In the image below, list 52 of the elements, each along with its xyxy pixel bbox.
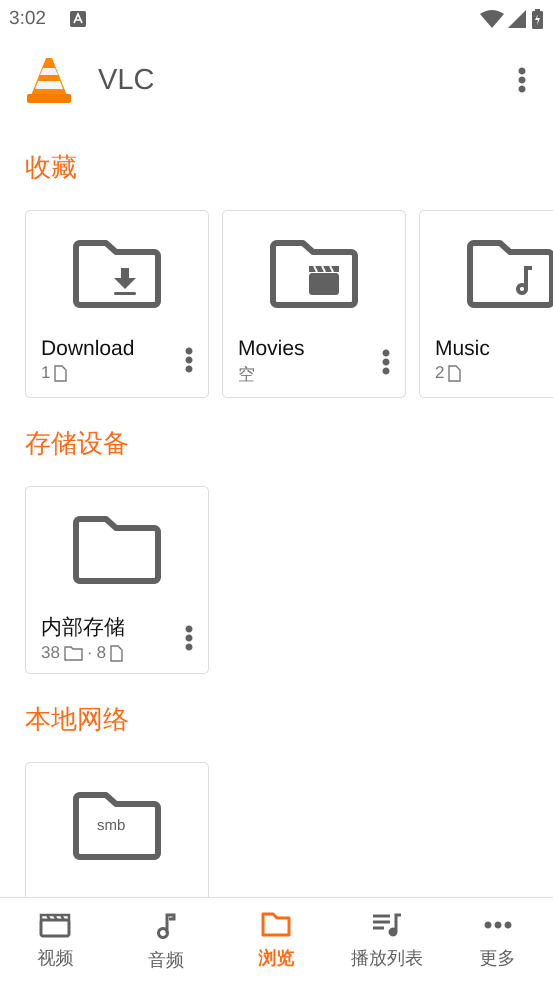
- video-folder-icon: [270, 238, 358, 308]
- more-icon: [518, 67, 526, 93]
- status-time: 3:02: [9, 8, 46, 30]
- more-icon: [185, 625, 193, 651]
- more-icon: [185, 347, 193, 373]
- file-icon: [110, 644, 124, 662]
- battery-icon: [532, 9, 543, 29]
- section-title: 本地网络: [25, 704, 130, 734]
- folder-meta: 2: [435, 363, 444, 383]
- folder-meta: 空: [238, 364, 255, 386]
- card-menu-button[interactable]: [184, 624, 194, 652]
- folder-meta: ·: [86, 643, 93, 663]
- clapperboard-icon: [39, 912, 72, 938]
- playlist-icon: [372, 912, 402, 938]
- card-menu-button[interactable]: [184, 346, 194, 374]
- folder-meta: 38: [41, 643, 60, 663]
- wifi-icon: [480, 10, 504, 28]
- folder-card[interactable]: Download 1: [25, 210, 209, 398]
- folder-name: Music: [435, 337, 491, 361]
- folder-card[interactable]: smb: [25, 762, 209, 897]
- nav-tab[interactable]: 播放列表: [332, 898, 442, 984]
- nav-tab[interactable]: 视频: [0, 898, 111, 984]
- nav-tab[interactable]: 音频: [110, 898, 222, 984]
- app-title: VLC: [98, 64, 154, 96]
- music-folder-icon: [467, 238, 553, 308]
- traffic-cone-logo: [26, 56, 72, 104]
- folder-meta: 8: [96, 643, 106, 663]
- folder-card[interactable]: Music 2: [419, 210, 553, 398]
- section-title: 收藏: [25, 152, 78, 182]
- file-icon: [54, 364, 68, 382]
- more-icon: [484, 921, 512, 929]
- file-icon: [448, 364, 462, 382]
- folder-card[interactable]: 内部存储 38 · 8: [25, 486, 209, 674]
- nav-tab[interactable]: 更多: [442, 898, 553, 984]
- folder-name: Download: [41, 337, 136, 361]
- folder-name: 内部存储: [41, 615, 126, 641]
- folder-icon: [64, 646, 83, 660]
- signal-icon: [508, 10, 526, 28]
- folder-card[interactable]: Movies 空: [222, 210, 406, 398]
- download-folder-icon: [73, 238, 161, 308]
- folder-name: Movies: [238, 337, 306, 361]
- more-icon: [382, 348, 390, 374]
- folder-icon: [73, 514, 161, 584]
- folder-label: smb: [97, 816, 126, 834]
- keyboard-notification-icon: [70, 11, 86, 27]
- overflow-menu-button[interactable]: [517, 66, 527, 94]
- folder-icon: [73, 790, 161, 860]
- card-menu-button[interactable]: [381, 348, 391, 376]
- section-title: 存储设备: [25, 428, 130, 458]
- folder-meta: 1: [41, 363, 50, 383]
- music-note-icon: [156, 912, 176, 940]
- folder-icon: [260, 912, 292, 938]
